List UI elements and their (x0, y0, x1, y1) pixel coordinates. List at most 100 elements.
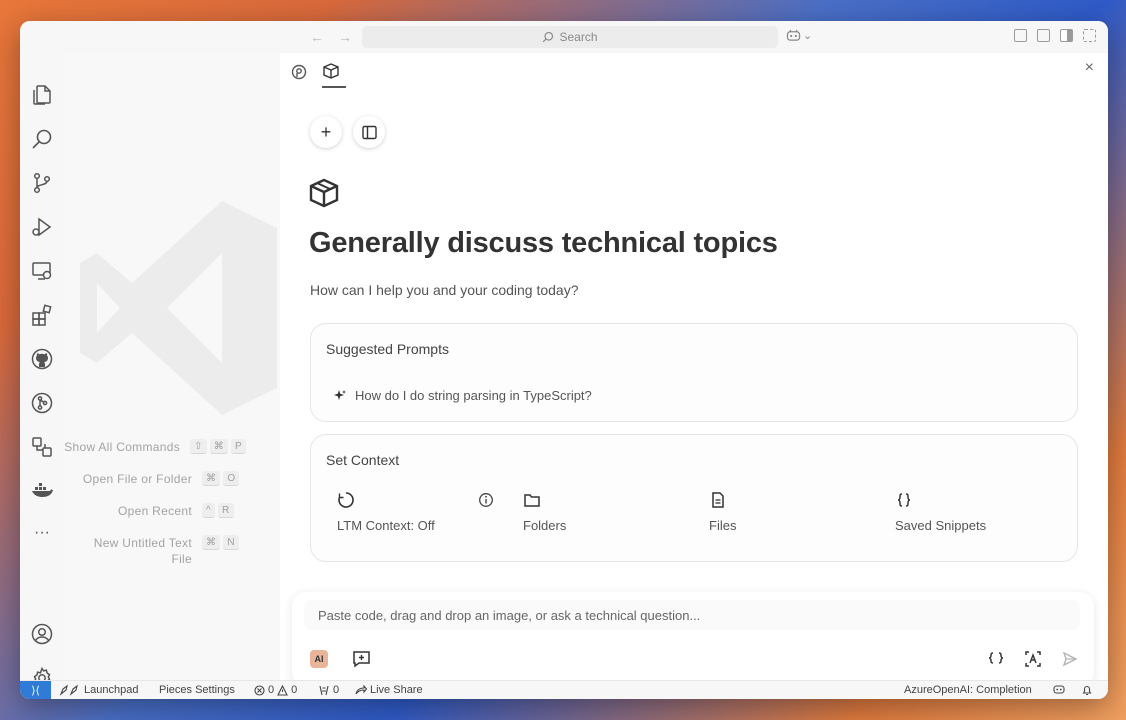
new-chat-button[interactable]: + (310, 116, 342, 148)
toggle-secondary-sidebar-icon[interactable] (1060, 29, 1073, 42)
run-debug-icon[interactable] (30, 215, 54, 239)
file-icon (712, 492, 724, 508)
context-ltm[interactable]: LTM Context: Off (337, 491, 435, 533)
search-icon[interactable] (30, 127, 54, 151)
forward-arrow-icon[interactable]: → (338, 29, 352, 45)
notifications-item[interactable] (1081, 684, 1093, 696)
pieces-settings-label: Pieces Settings (159, 684, 235, 696)
insert-snippet-button[interactable] (986, 649, 1006, 669)
rocket-icon (59, 684, 78, 696)
title-bar: ← → Search ⌄ (20, 21, 1108, 53)
explorer-icon[interactable] (30, 83, 54, 107)
key-cap: P (231, 439, 246, 454)
bell-icon (1082, 685, 1092, 696)
context-folders-label: Folders (523, 518, 567, 533)
problems-item[interactable]: 0 0 (254, 684, 297, 696)
command-center-search[interactable]: Search (362, 26, 778, 48)
model-selector-button[interactable]: AI (309, 649, 329, 669)
error-icon (254, 684, 265, 696)
github-icon[interactable] (30, 347, 54, 371)
launchpad-label: Launchpad (84, 684, 139, 696)
docker-icon[interactable] (30, 479, 54, 503)
copilot-status-icon (1053, 685, 1065, 694)
welcome-command-list: Show All Commands ⇧ ⌘ P Open File or Fol… (64, 439, 280, 567)
key-cap: ⌘ (209, 439, 229, 454)
context-snippets[interactable]: Saved Snippets (895, 491, 986, 533)
completion-model-item[interactable]: AzureOpenAI: Completion (904, 684, 1032, 696)
folder-icon (524, 494, 540, 507)
set-context-title: Set Context (326, 452, 400, 468)
scan-text-icon (1025, 651, 1041, 667)
navigation-controls: ← → (310, 29, 352, 45)
keybinding: ⇧ ⌘ P (190, 439, 246, 454)
key-cap: ⌘ (202, 471, 221, 486)
key-cap: R (218, 503, 234, 518)
chat-plus-icon (352, 651, 370, 668)
extensions-icon[interactable] (30, 303, 54, 327)
live-share-icon (355, 684, 367, 694)
snippets-icon (897, 493, 911, 507)
context-files[interactable]: Files (709, 491, 736, 533)
remote-indicator-button[interactable]: ⟩⟨ (20, 681, 51, 699)
completion-model-label: AzureOpenAI: Completion (904, 684, 1032, 696)
chat-composer: AI (292, 592, 1094, 686)
live-share-item[interactable]: Live Share (355, 684, 423, 696)
suggested-prompt-item[interactable]: How do I do string parsing in TypeScript… (333, 388, 592, 403)
pieces-box-icon (323, 63, 339, 79)
sparkle-icon (334, 389, 346, 400)
status-bar: ⟩⟨ Launchpad Pieces Settings 0 0 0 Live … (20, 680, 1108, 699)
ports-count: 0 (333, 684, 340, 696)
error-count: 0 (268, 684, 275, 696)
image-text-button[interactable] (1023, 649, 1043, 669)
search-icon (543, 31, 554, 43)
toggle-panel-icon[interactable] (1037, 29, 1050, 42)
copilot-menu[interactable]: ⌄ (786, 29, 812, 42)
antenna-icon (319, 685, 329, 695)
command-show-all[interactable]: Show All Commands ⇧ ⌘ P (64, 439, 280, 471)
close-icon[interactable]: × (1085, 59, 1094, 77)
info-icon[interactable] (478, 492, 494, 508)
ltm-icon (338, 492, 354, 508)
suggested-prompts-card: Suggested Prompts How do I do string par… (310, 323, 1078, 422)
copilot-status-item[interactable] (1053, 684, 1065, 695)
ai-model-icon: AI (310, 650, 328, 668)
pieces-settings-item[interactable]: Pieces Settings (159, 684, 235, 696)
toggle-chat-sidebar-button[interactable] (353, 116, 385, 148)
back-arrow-icon[interactable]: ← (310, 29, 324, 45)
command-new-file[interactable]: New Untitled Text File ⌘ N (64, 535, 280, 567)
chevron-down-icon: ⌄ (803, 30, 813, 42)
context-folders[interactable]: Folders (523, 491, 566, 533)
launchpad-item[interactable]: Launchpad (59, 684, 138, 696)
copilot-tab-icon (291, 64, 307, 80)
view-tabs (290, 60, 346, 88)
tab-pieces-chat[interactable] (322, 60, 346, 88)
ports-item[interactable]: 0 (318, 684, 339, 696)
context-files-label: Files (709, 518, 737, 533)
remote-explorer-icon[interactable] (30, 259, 54, 283)
tab-copilot[interactable] (290, 60, 312, 84)
key-cap: ^ (202, 503, 215, 518)
command-open-file[interactable]: Open File or Folder ⌘ O (64, 471, 280, 503)
key-cap: N (223, 535, 239, 550)
command-label: Open Recent (117, 504, 192, 518)
customize-layout-icon[interactable] (1083, 29, 1096, 42)
command-label: Show All Commands (64, 440, 181, 454)
gitlens-icon[interactable] (30, 391, 54, 415)
send-button[interactable] (1060, 649, 1080, 669)
chat-title: Generally discuss technical topics (309, 227, 778, 259)
account-icon[interactable] (30, 622, 54, 646)
pieces-icon[interactable] (30, 435, 54, 459)
pieces-chat-panel: × + Generally discuss technical topics H… (280, 53, 1108, 686)
source-control-icon[interactable] (30, 171, 54, 195)
send-icon (1062, 651, 1078, 667)
sidebar-toggle-icon (361, 125, 377, 139)
command-open-recent[interactable]: Open Recent ^ R (64, 503, 280, 535)
live-share-label: Live Share (370, 684, 423, 696)
toggle-primary-sidebar-icon[interactable] (1014, 29, 1027, 42)
add-context-button[interactable] (351, 649, 371, 669)
warning-icon (277, 684, 289, 696)
command-label: New Untitled Text File (93, 536, 192, 566)
vscode-window: ← → Search ⌄ ··· Show All Commands ⇧ ⌘ P… (20, 21, 1108, 699)
chat-input[interactable] (304, 600, 1080, 630)
more-icon[interactable]: ··· (30, 521, 54, 545)
